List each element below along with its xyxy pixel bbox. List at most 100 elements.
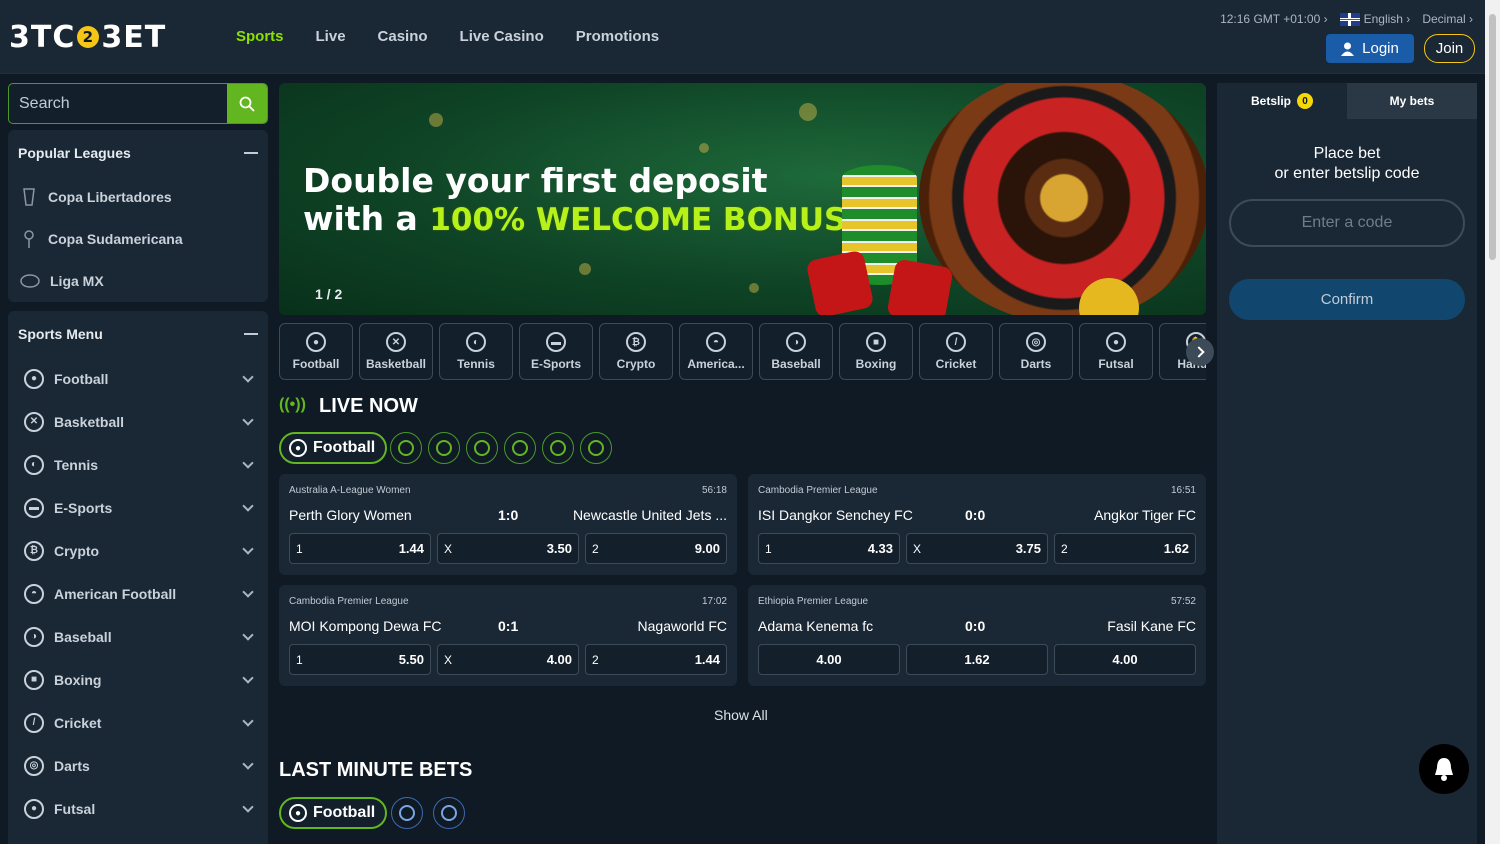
bokeh-light [579,263,591,275]
popular-leagues-header[interactable]: Popular Leagues [8,130,268,176]
chevron-right-icon [1192,346,1205,358]
away-team: Fasil Kane FC [1107,618,1196,634]
betslip-message: Place bet or enter betslip code [1217,144,1477,184]
tab-football[interactable]: ● Football [279,323,353,380]
league-item-liga-mx[interactable]: Liga MX [8,260,268,302]
league-item-copa-sudamericana[interactable]: Copa Sudamericana [8,218,268,260]
tab-baseball[interactable]: ◑ Baseball [759,323,833,380]
tab-american-football[interactable]: ◓ America... [679,323,753,380]
odd-button-away[interactable]: 4.00 [1054,644,1196,675]
main-nav: Sports Live Casino Live Casino Promotion… [236,28,659,45]
tabs-next-button[interactable] [1186,338,1214,366]
odd-button-away[interactable]: 2 9.00 [585,533,727,564]
helmet-icon: ◓ [24,583,44,604]
brand-logo[interactable]: 3TC 2 3ET [9,20,166,55]
odd-button-draw[interactable]: X 3.75 [906,533,1048,564]
search-input[interactable]: Search [9,95,227,113]
sidebar-item-american-football[interactable]: ◓ American Football [8,572,268,615]
sidebar-item-basketball[interactable]: ✕ Basketball [8,400,268,443]
live-filter-volleyball[interactable] [580,432,612,464]
odd-button-draw[interactable]: 1.62 [906,644,1048,675]
nav-casino[interactable]: Casino [378,28,428,45]
tab-futsal[interactable]: ● Futsal [1079,323,1153,380]
last-minute-filter-football[interactable]: ● Football [279,797,388,829]
sidebar-item-tennis[interactable]: ◐ Tennis [8,443,268,486]
sidebar-item-boxing[interactable]: ■ Boxing [8,658,268,701]
tab-label: Darts [1020,357,1052,371]
sports-menu-header[interactable]: Sports Menu [8,311,268,357]
odd-button-home[interactable]: 1 1.44 [289,533,431,564]
sidebar-item-football[interactable]: ● Football [8,357,268,400]
bokeh-light [429,113,443,127]
odd-button-home[interactable]: 1 4.33 [758,533,900,564]
nav-promotions[interactable]: Promotions [576,28,659,45]
sidebar-item-futsal[interactable]: ● Futsal [8,787,268,830]
collapse-icon[interactable] [244,333,258,335]
live-filter-football[interactable]: ● Football [279,432,388,464]
join-button[interactable]: Join [1424,34,1475,63]
notifications-button[interactable] [1419,744,1469,794]
nav-live[interactable]: Live [316,28,346,45]
volleyball-icon [588,440,604,456]
user-icon [1341,42,1355,56]
away-team: Nagaworld FC [637,618,727,634]
search-button[interactable] [227,84,267,123]
match-card[interactable]: Cambodia Premier League 17:02 MOI Kompon… [279,585,737,686]
tab-cricket[interactable]: / Cricket [919,323,993,380]
dice-image [886,258,954,315]
promo-banner[interactable]: Double your first deposit with a 100% WE… [279,83,1206,315]
scrollbar-thumb[interactable] [1489,14,1496,260]
nav-live-casino[interactable]: Live Casino [460,28,544,45]
odd-button-home[interactable]: 1 5.50 [289,644,431,675]
sport-label: Futsal [54,800,96,817]
sport-tabs: ● Football ✕ Basketball ◐ Tennis ▬ E-Sports … [279,323,1206,381]
sidebar-item-esports[interactable]: ▬ E-Sports [8,486,268,529]
sidebar-item-cricket[interactable]: / Cricket [8,701,268,744]
sidebar-item-baseball[interactable]: ◑ Baseball [8,615,268,658]
login-button[interactable]: Login [1326,34,1414,63]
odds-format-select[interactable]: Decimal › [1422,12,1473,26]
tab-label: Cricket [935,357,977,371]
chevron-down-icon [242,413,254,426]
odd-button-home[interactable]: 4.00 [758,644,900,675]
collapse-icon[interactable] [244,152,258,154]
odd-value: 1.44 [694,652,720,667]
nav-sports[interactable]: Sports [236,28,284,45]
bell-icon [1435,758,1453,781]
match-card[interactable]: Cambodia Premier League 16:51 ISI Dangko… [748,474,1206,575]
tab-boxing[interactable]: ■ Boxing [839,323,913,380]
language-select[interactable]: English › [1339,12,1410,27]
match-card[interactable]: Ethiopia Premier League 57:52 Adama Kene… [748,585,1206,686]
odd-button-away[interactable]: 2 1.44 [585,644,727,675]
odd-button-draw[interactable]: X 4.00 [437,644,579,675]
last-minute-filter-basketball[interactable] [433,797,465,829]
tab-tennis[interactable]: ◐ Tennis [439,323,513,380]
sidebar-item-darts[interactable]: ◎ Darts [8,744,268,787]
betslip-code-input[interactable]: Enter a code [1229,199,1465,247]
home-team: Adama Kenema fc [758,618,874,634]
live-filter-tennis[interactable] [428,432,460,464]
search-box[interactable]: Search [8,83,268,124]
live-filter-cricket[interactable] [504,432,536,464]
odd-button-draw[interactable]: X 3.50 [437,533,579,564]
tab-darts[interactable]: ◎ Darts [999,323,1073,380]
confirm-button[interactable]: Confirm [1229,279,1465,320]
sport-label: Baseball [54,628,112,645]
page-scrollbar[interactable] [1485,0,1500,844]
live-filter-badminton[interactable] [542,432,574,464]
last-minute-filter-baseball[interactable] [391,797,423,829]
tab-betslip[interactable]: Betslip 0 [1217,83,1347,119]
tab-basketball[interactable]: ✕ Basketball [359,323,433,380]
tab-esports[interactable]: ▬ E-Sports [519,323,593,380]
live-filter-basketball[interactable] [390,432,422,464]
tab-my-bets[interactable]: My bets [1347,83,1477,119]
odds-format-label: Decimal [1422,12,1466,27]
tab-crypto[interactable]: ₿ Crypto [599,323,673,380]
match-card[interactable]: Australia A-League Women 56:18 Perth Glo… [279,474,737,575]
sidebar-item-crypto[interactable]: ₿ Crypto [8,529,268,572]
odd-button-away[interactable]: 2 1.62 [1054,533,1196,564]
league-item-copa-libertadores[interactable]: Copa Libertadores [8,176,268,218]
show-all-link[interactable]: Show All [714,707,768,723]
clock[interactable]: 12:16 GMT +01:00 › [1220,12,1328,26]
live-filter-esports[interactable] [466,432,498,464]
